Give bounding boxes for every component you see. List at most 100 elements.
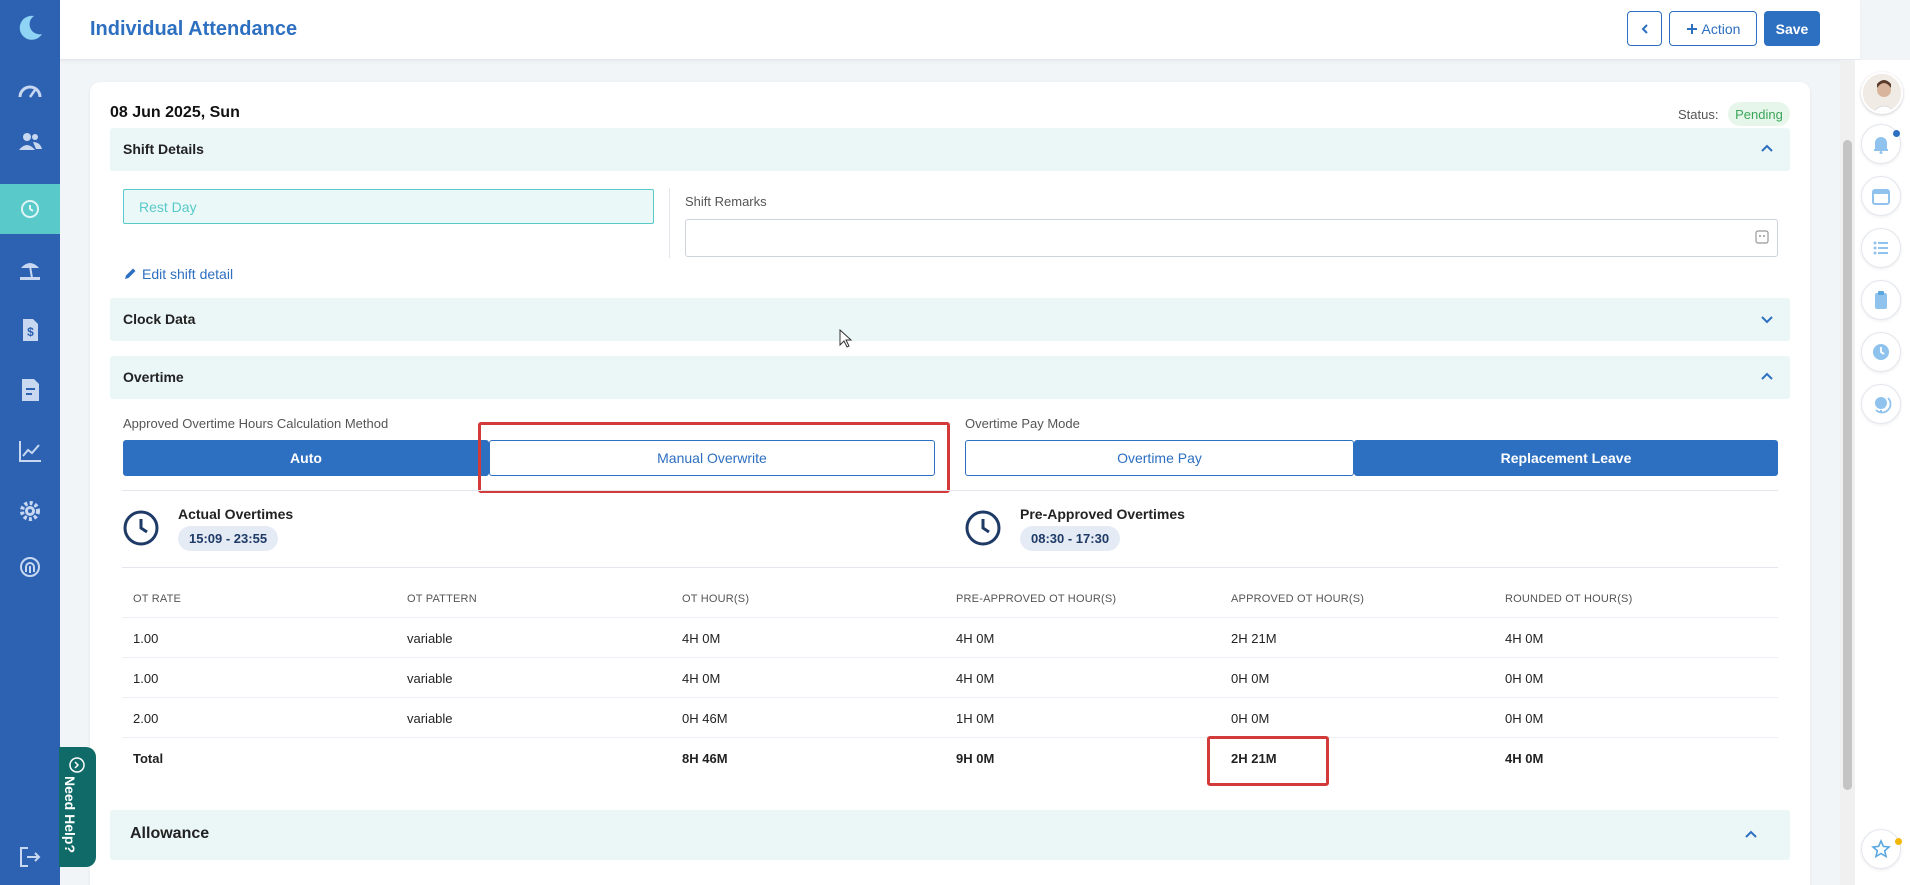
user-photo-icon bbox=[1863, 74, 1901, 112]
sidebar-item-attendance[interactable] bbox=[0, 184, 60, 234]
shift-remarks-input[interactable] bbox=[685, 219, 1778, 257]
chevron-up-icon[interactable] bbox=[1758, 368, 1776, 386]
document-icon bbox=[22, 379, 39, 401]
globe-icon bbox=[1875, 397, 1892, 414]
column-header: PRE-APPROVED OT HOUR(S) bbox=[956, 593, 1117, 605]
moon-logo-icon[interactable] bbox=[14, 12, 46, 44]
table-cell: 1.00 bbox=[133, 671, 159, 686]
settings-gear-icon bbox=[20, 501, 40, 521]
scrollbar[interactable] bbox=[1840, 60, 1855, 885]
status-badge: Pending bbox=[1728, 102, 1790, 126]
mouse-cursor-icon bbox=[839, 329, 853, 348]
clock-button[interactable] bbox=[1861, 332, 1901, 372]
row-divider bbox=[122, 697, 1778, 698]
table-cell: 4H 0M bbox=[956, 631, 995, 646]
bell-icon bbox=[1874, 137, 1888, 154]
allowance-title: Allowance bbox=[130, 825, 210, 842]
divider bbox=[669, 188, 670, 258]
divider bbox=[122, 567, 1778, 568]
sidebar-item-documents[interactable] bbox=[0, 365, 60, 415]
list-button[interactable] bbox=[1861, 228, 1901, 268]
pay-mode-label: Overtime Pay Mode bbox=[965, 416, 1080, 431]
table-cell: 2H 21M bbox=[1231, 631, 1277, 646]
table-cell: 8H 46M bbox=[682, 751, 728, 766]
right-rail bbox=[1855, 60, 1910, 885]
report-chart-icon bbox=[19, 441, 41, 462]
preapproved-overtimes-range: 08:30 - 17:30 bbox=[1020, 526, 1121, 551]
svg-text:$: $ bbox=[27, 325, 34, 339]
people-icon bbox=[19, 133, 42, 150]
favorites-button[interactable] bbox=[1861, 829, 1901, 869]
calc-auto-button[interactable]: Auto bbox=[123, 440, 489, 476]
emoji-icon[interactable] bbox=[1755, 230, 1769, 244]
sidebar-item-security[interactable] bbox=[0, 542, 60, 592]
actual-overtimes-range: 15:09 - 23:55 bbox=[178, 526, 279, 551]
table-cell: 1H 0M bbox=[956, 711, 995, 726]
table-cell: 1.00 bbox=[133, 631, 159, 646]
leave-beach-icon bbox=[20, 263, 40, 280]
chevron-down-icon[interactable] bbox=[1758, 310, 1776, 328]
table-cell: 0H 0M bbox=[1505, 711, 1544, 726]
status-label: Status: bbox=[1678, 107, 1719, 122]
save-button[interactable]: Save bbox=[1764, 11, 1820, 46]
action-button[interactable]: Action bbox=[1669, 11, 1757, 46]
sidebar-item-logout[interactable] bbox=[0, 832, 60, 882]
sidebar-item-dashboard[interactable] bbox=[0, 67, 60, 117]
pay-overtime-button[interactable]: Overtime Pay bbox=[965, 440, 1354, 476]
list-icon bbox=[1873, 241, 1888, 255]
pencil-icon bbox=[125, 268, 136, 279]
plus-icon bbox=[1686, 23, 1697, 34]
clock-icon bbox=[965, 510, 1001, 546]
preapproved-overtimes-title: Pre-Approved Overtimes bbox=[1020, 506, 1185, 522]
allowance-header[interactable]: Allowance bbox=[110, 810, 1790, 860]
clipboard-icon bbox=[1875, 291, 1887, 309]
shift-select[interactable]: Rest Day bbox=[123, 189, 654, 224]
chevron-up-icon[interactable] bbox=[1758, 140, 1776, 158]
highlight-box bbox=[1207, 736, 1329, 786]
row-divider bbox=[122, 737, 1778, 738]
payroll-dollar-icon: $ bbox=[23, 319, 38, 341]
overtime-title: Overtime bbox=[123, 369, 184, 385]
row-divider bbox=[122, 617, 1778, 618]
table-cell: variable bbox=[407, 631, 453, 646]
sidebar-item-people[interactable] bbox=[0, 117, 60, 167]
avatar[interactable] bbox=[1861, 72, 1903, 114]
sidebar-item-payroll[interactable]: $ bbox=[0, 305, 60, 355]
logout-icon bbox=[20, 847, 41, 867]
calendar-button[interactable] bbox=[1861, 176, 1901, 216]
table-cell: variable bbox=[407, 671, 453, 686]
table-cell: 4H 0M bbox=[682, 671, 721, 686]
table-cell: Total bbox=[133, 751, 164, 766]
table-cell: 9H 0M bbox=[956, 751, 995, 766]
column-header: OT PATTERN bbox=[407, 593, 477, 605]
actual-overtimes-title: Actual Overtimes bbox=[178, 506, 294, 522]
sidebar-item-settings[interactable] bbox=[0, 486, 60, 536]
pay-replacement-leave-button[interactable]: Replacement Leave bbox=[1354, 440, 1778, 476]
clock-icon bbox=[1873, 344, 1889, 360]
table-cell: 0H 0M bbox=[1505, 671, 1544, 686]
sidebar-item-reports[interactable] bbox=[0, 426, 60, 476]
table-cell: 4H 0M bbox=[956, 671, 995, 686]
scroll-thumb[interactable] bbox=[1843, 140, 1852, 790]
overtime-header[interactable]: Overtime bbox=[110, 356, 1790, 399]
chevron-up-icon[interactable] bbox=[1742, 826, 1760, 844]
table-cell: variable bbox=[407, 711, 453, 726]
column-header: OT HOUR(S) bbox=[682, 593, 750, 605]
edit-shift-detail-link[interactable]: Edit shift detail bbox=[123, 266, 233, 282]
table-cell: 4H 0M bbox=[682, 631, 721, 646]
column-header: APPROVED OT HOUR(S) bbox=[1231, 593, 1365, 605]
globe-button[interactable] bbox=[1861, 384, 1901, 424]
clipboard-button[interactable] bbox=[1861, 280, 1901, 320]
divider bbox=[122, 490, 1778, 491]
shift-details-title: Shift Details bbox=[123, 141, 204, 157]
row-divider bbox=[122, 657, 1778, 658]
clock-icon bbox=[123, 510, 159, 546]
clock-data-title: Clock Data bbox=[123, 311, 196, 327]
table-cell: 2.00 bbox=[133, 711, 159, 726]
clock-data-header[interactable]: Clock Data bbox=[110, 298, 1790, 341]
dashboard-icon bbox=[18, 85, 42, 98]
star-icon bbox=[1871, 839, 1891, 859]
shift-details-header[interactable]: Shift Details bbox=[110, 128, 1790, 171]
sidebar-item-leave[interactable] bbox=[0, 245, 60, 295]
back-button[interactable] bbox=[1627, 11, 1662, 46]
